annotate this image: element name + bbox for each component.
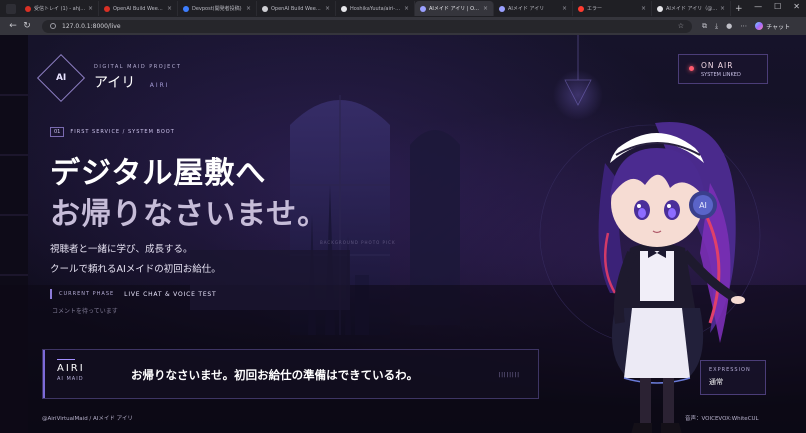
tab-close-icon[interactable]: × bbox=[404, 5, 409, 12]
tab-close-icon[interactable]: × bbox=[246, 5, 251, 12]
description-line2: クールで頼れるAIメイドの初回お給仕。 bbox=[50, 264, 221, 275]
url-text: 127.0.0.1:8000/live bbox=[62, 22, 121, 30]
browser-tab[interactable]: AIメイド アイリ × bbox=[494, 1, 573, 16]
service-number: 01 bbox=[50, 127, 65, 137]
tab-favicon-icon bbox=[657, 5, 663, 12]
tab-favicon-icon bbox=[341, 5, 347, 12]
expression-label: EXPRESSION bbox=[709, 367, 751, 373]
speaker-tag: AIRI AI MAID bbox=[43, 350, 113, 398]
speaker-accent-line bbox=[57, 359, 75, 360]
phase-label: CURRENT PHASE bbox=[59, 291, 115, 297]
browser-tab-bar: 受信トレイ (1) - ahjmaer...×OpenAI Build Week… bbox=[0, 0, 806, 17]
tab-close-icon[interactable]: × bbox=[720, 5, 725, 12]
reload-icon[interactable]: ↻ bbox=[20, 21, 34, 31]
tab-list: 受信トレイ (1) - ahjmaer...×OpenAI Build Week… bbox=[20, 1, 731, 16]
menu-icon[interactable]: ⋯ bbox=[740, 22, 747, 30]
tab-favicon-icon bbox=[262, 5, 268, 12]
tab-close-icon[interactable]: × bbox=[483, 5, 488, 12]
on-air-title: ON AIR bbox=[701, 61, 734, 70]
tab-title: OpenAI Build Week概要 bbox=[271, 6, 323, 12]
logo-text: AI bbox=[55, 72, 67, 83]
download-icon[interactable]: ⤓ bbox=[715, 22, 718, 31]
window-controls: — ☐ ✕ bbox=[754, 2, 800, 11]
tab-close-icon[interactable]: × bbox=[325, 5, 330, 12]
site-info-icon[interactable] bbox=[50, 23, 56, 29]
chat-icon bbox=[755, 22, 764, 30]
voice-level-bars: |||||||| bbox=[498, 372, 520, 378]
brand-logo-block: AI DIGITAL MAID PROJECT アイリ AIRI bbox=[36, 53, 181, 103]
brand-name-jp: アイリ bbox=[94, 75, 136, 91]
brand-name: アイリ AIRI bbox=[94, 72, 181, 92]
on-air-badge: ON AIR SYSTEM LINKED bbox=[678, 54, 768, 84]
browser-tab[interactable]: エラー × bbox=[573, 1, 652, 16]
tab-title: HoshikaYuuta/airi-ai-vi... bbox=[350, 5, 402, 12]
browser-tab[interactable]: Devpost(開発者投稿) × bbox=[178, 1, 257, 16]
brand-name-en: AIRI bbox=[149, 82, 170, 89]
tab-title: AIメイド アイリ bbox=[508, 6, 545, 12]
chat-label: チャット bbox=[766, 23, 791, 31]
new-tab-button[interactable]: + bbox=[735, 4, 743, 14]
tab-title: エラー bbox=[587, 6, 603, 12]
tab-title: AIメイド アイリ | ON AIR bbox=[429, 6, 481, 12]
expression-value: 通常 bbox=[709, 378, 723, 386]
brand-text: DIGITAL MAID PROJECT アイリ AIRI bbox=[94, 64, 181, 92]
browser-tab[interactable]: AIメイド アイリ | ON AIR× bbox=[415, 1, 494, 16]
maximize-icon[interactable]: ☐ bbox=[774, 2, 781, 11]
live-page: AI DIGITAL MAID PROJECT アイリ AIRI ON AIR … bbox=[0, 35, 806, 433]
tab-close-icon[interactable]: × bbox=[88, 5, 93, 12]
ai-logo-icon: AI bbox=[36, 53, 86, 103]
extensions-icon[interactable]: ⧉ bbox=[702, 22, 707, 31]
footer-voice-credit: 音声：VOICEVOX:WhiteCUL bbox=[685, 416, 759, 422]
tab-title: Devpost(開発者投稿) bbox=[192, 6, 242, 12]
url-field[interactable]: 127.0.0.1:8000/live ☆ bbox=[42, 19, 692, 33]
tab-favicon-icon bbox=[499, 5, 505, 12]
tab-favicon-icon bbox=[183, 5, 189, 12]
tab-favicon-icon bbox=[420, 5, 426, 12]
headline-line1: デジタル屋敷へ bbox=[50, 156, 267, 191]
svg-text:AI: AI bbox=[699, 201, 707, 210]
tab-favicon-icon bbox=[25, 5, 31, 12]
tab-title: 受信トレイ (1) - ahjmaer... bbox=[34, 6, 86, 12]
close-icon[interactable]: ✕ bbox=[793, 2, 800, 11]
tab-title: AIメイド アイリ（@AiriVi... bbox=[666, 6, 718, 12]
dialog-box: AIRI AI MAID お帰りなさいませ。初回お給仕の準備はできているわ。 |… bbox=[42, 349, 539, 399]
browser-tab[interactable]: 受信トレイ (1) - ahjmaer...× bbox=[20, 1, 99, 16]
minimize-icon[interactable]: — bbox=[754, 2, 762, 11]
description-line1: 視聴者と一緒に学び、成長する。 bbox=[50, 244, 193, 255]
comment-status: コメントを待っています bbox=[52, 308, 118, 315]
tab-title: OpenAI Build Week: Yo... bbox=[113, 5, 165, 12]
footer-handle: @AiriVirtualMaid / AIメイド アイリ bbox=[42, 416, 133, 422]
service-tag: 01 FIRST SERVICE / SYSTEM BOOT bbox=[50, 127, 175, 137]
phase-value: LIVE CHAT & VOICE TEST bbox=[124, 290, 217, 298]
service-label: FIRST SERVICE / SYSTEM BOOT bbox=[70, 129, 175, 135]
headline-line2: お帰りなさいませ。 bbox=[50, 197, 329, 232]
tab-close-icon[interactable]: × bbox=[641, 5, 646, 12]
speaker-name: AIRI bbox=[57, 363, 85, 374]
screen: 受信トレイ (1) - ahjmaer...×OpenAI Build Week… bbox=[0, 0, 806, 433]
tab-close-icon[interactable]: × bbox=[562, 5, 567, 12]
bookmark-star-icon[interactable]: ☆ bbox=[678, 22, 684, 30]
address-bar-row: ← ↻ 127.0.0.1:8000/live ☆ ⧉ ⤓ ● ⋯ チャット bbox=[0, 17, 806, 35]
tab-actions-button[interactable] bbox=[6, 3, 16, 14]
toolbar-icons: ⧉ ⤓ ● ⋯ チャット bbox=[702, 22, 790, 31]
live-dot-icon bbox=[689, 66, 694, 71]
browser-tab[interactable]: OpenAI Build Week: Yo...× bbox=[99, 1, 178, 16]
current-phase: CURRENT PHASE LIVE CHAT & VOICE TEST bbox=[50, 289, 217, 299]
browser-tab[interactable]: OpenAI Build Week概要 × bbox=[257, 1, 336, 16]
on-air-subtitle: SYSTEM LINKED bbox=[701, 72, 741, 78]
chat-button[interactable]: チャット bbox=[755, 22, 790, 31]
background-watermark: BACKGROUND PHOTO PICK bbox=[320, 240, 396, 245]
speaker-role: AI MAID bbox=[57, 376, 84, 382]
dialog-text: お帰りなさいませ。初回お給仕の準備はできているわ。 bbox=[131, 368, 419, 382]
brand-subtitle: DIGITAL MAID PROJECT bbox=[94, 64, 182, 70]
tab-close-icon[interactable]: × bbox=[167, 5, 172, 12]
tab-favicon-icon bbox=[578, 5, 584, 12]
browser-tab[interactable]: AIメイド アイリ（@AiriVi...× bbox=[652, 1, 731, 16]
profile-icon[interactable]: ● bbox=[726, 22, 732, 30]
expression-panel: EXPRESSION 通常 bbox=[700, 360, 766, 395]
back-icon[interactable]: ← bbox=[6, 21, 20, 31]
tab-favicon-icon bbox=[104, 5, 110, 12]
browser-tab[interactable]: HoshikaYuuta/airi-ai-vi...× bbox=[336, 1, 415, 16]
